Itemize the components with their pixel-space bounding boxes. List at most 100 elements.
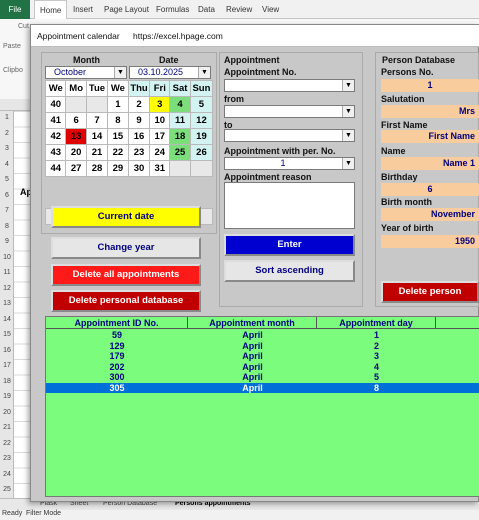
list-item-selected[interactable]: 305 April 8 [46,382,479,393]
row-header[interactable]: 12 [0,285,14,292]
calendar-day[interactable]: 30 [127,160,151,177]
delete-all-appointments-button[interactable]: Delete all appointments [51,264,201,286]
appointment-with-select[interactable]: 1 ▼ [224,157,355,170]
appointments-list[interactable]: Appointment ID No. Appointment month App… [45,316,479,497]
birthday-field[interactable]: 6 [381,183,479,196]
year-of-birth-field[interactable]: 1950 [381,235,479,248]
row-header[interactable]: 14 [0,316,14,323]
calendar-day[interactable]: 9 [127,112,151,129]
calendar-day[interactable]: 19 [189,128,214,145]
calendar-day[interactable]: 16 [127,128,151,145]
row-header[interactable]: 17 [0,362,14,369]
row-header[interactable]: 10 [0,254,14,261]
calendar-day[interactable]: 15 [107,128,129,145]
delete-personal-database-button[interactable]: Delete personal database [51,290,201,312]
calendar-day[interactable]: 18 [169,128,191,145]
calendar-day[interactable]: 22 [107,144,129,161]
calendar-day[interactable]: 27 [65,160,87,177]
list-item[interactable]: 179 April 3 [46,351,479,362]
calendar-day[interactable]: 14 [85,128,109,145]
row-header[interactable]: 4 [0,161,14,168]
chevron-down-icon[interactable]: ▼ [342,106,354,117]
row-header[interactable]: 6 [0,192,14,199]
month-select[interactable]: October ▼ [45,66,127,79]
row-header[interactable]: 9 [0,238,14,245]
calendar-day[interactable]: 11 [169,112,191,129]
list-item[interactable]: 202 April 4 [46,362,479,373]
tab-page-layout[interactable]: Page Layout [104,0,149,19]
appointment-no-select[interactable]: ▼ [224,79,355,92]
tab-home[interactable]: Home [34,0,68,19]
calendar-day-today[interactable]: 3 [149,96,171,113]
row-header[interactable]: 23 [0,455,14,462]
calendar-day[interactable]: 8 [107,112,129,129]
current-date-button[interactable]: Current date [51,206,201,228]
row-header[interactable]: 19 [0,393,14,400]
row-header[interactable]: 20 [0,409,14,416]
birth-month-field[interactable]: November [381,208,479,221]
ribbon-cut-label[interactable]: Cut [18,23,29,30]
date-select[interactable]: 03.10.2025 ▼ [129,66,211,79]
to-select[interactable]: ▼ [224,129,355,142]
chevron-down-icon[interactable]: ▼ [342,158,354,169]
row-header[interactable]: 5 [0,176,14,183]
row-header[interactable]: 18 [0,378,14,385]
row-header[interactable]: 7 [0,207,14,214]
calendar-day[interactable]: 31 [149,160,171,177]
list-item[interactable]: 59 April 1 [46,330,479,341]
calendar-day[interactable]: 6 [65,112,87,129]
row-header[interactable]: 8 [0,223,14,230]
first-name-field[interactable]: First Name [381,130,479,143]
calendar-day[interactable]: 4 [169,96,191,113]
row-header[interactable]: 13 [0,300,14,307]
calendar-day[interactable]: 12 [189,112,214,129]
name-field[interactable]: Name 1 [381,157,479,170]
calendar-day[interactable]: 2 [127,96,151,113]
change-year-button[interactable]: Change year [51,237,201,259]
list-header-day[interactable]: Appointment day [317,317,436,329]
chevron-down-icon[interactable]: ▼ [342,80,354,91]
chevron-down-icon[interactable]: ▼ [198,67,210,78]
dialog-titlebar[interactable]: Appointment calendar https://excel.hpage… [31,25,479,47]
tab-formulas[interactable]: Formulas [156,0,189,19]
calendar-day[interactable]: 17 [149,128,171,145]
from-select[interactable]: ▼ [224,105,355,118]
calendar-day[interactable]: 5 [189,96,214,113]
calendar-day[interactable]: 26 [189,144,214,161]
list-item[interactable]: 300 April 5 [46,372,479,383]
list-item[interactable]: 129 April 2 [46,341,479,352]
list-header-id[interactable]: Appointment ID No. [46,317,188,329]
tab-file[interactable]: File [0,0,30,19]
calendar-day-selected[interactable]: 13 [65,128,87,145]
calendar-day[interactable]: 24 [149,144,171,161]
row-header[interactable]: 11 [0,269,14,276]
calendar-day[interactable]: 28 [85,160,109,177]
enter-button[interactable]: Enter [224,234,355,256]
row-header[interactable]: 22 [0,440,14,447]
tab-view[interactable]: View [262,0,279,19]
calendar-day[interactable]: 23 [127,144,151,161]
row-header[interactable]: 1 [0,114,14,121]
calendar-day[interactable]: 10 [149,112,171,129]
tab-review[interactable]: Review [226,0,252,19]
row-header[interactable]: 3 [0,145,14,152]
row-header[interactable]: 21 [0,424,14,431]
calendar-day[interactable]: 21 [85,144,109,161]
list-header-month[interactable]: Appointment month [188,317,317,329]
calendar-day[interactable]: 29 [107,160,129,177]
ribbon-paste-label[interactable]: Paste [3,43,21,50]
tab-data[interactable]: Data [198,0,215,19]
calendar-day[interactable]: 20 [65,144,87,161]
sort-ascending-button[interactable]: Sort ascending [224,260,355,282]
row-header[interactable]: 25 [0,486,14,493]
row-header[interactable]: 24 [0,471,14,478]
calendar-day[interactable]: 1 [107,96,129,113]
row-header[interactable]: 16 [0,347,14,354]
row-header[interactable]: 15 [0,331,14,338]
chevron-down-icon[interactable]: ▼ [342,130,354,141]
appointment-reason-input[interactable] [224,182,355,229]
calendar-day[interactable]: 25 [169,144,191,161]
tab-insert[interactable]: Insert [73,0,93,19]
row-header[interactable]: 2 [0,130,14,137]
chevron-down-icon[interactable]: ▼ [114,67,126,78]
